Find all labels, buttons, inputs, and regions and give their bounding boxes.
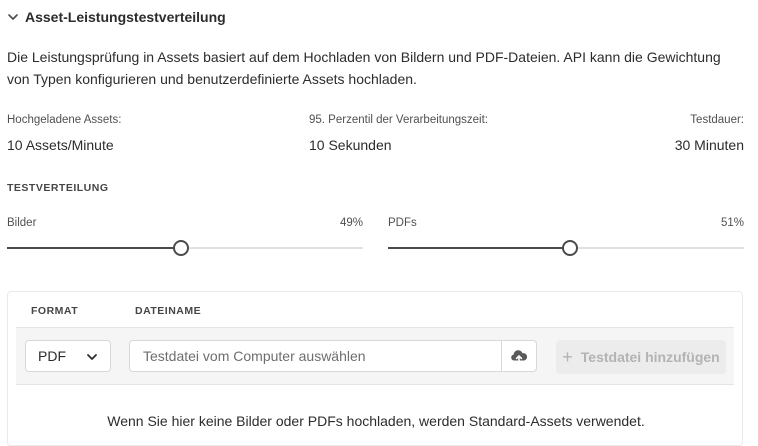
metric-processing-time: 95. Perzentil der Verarbeitungszeit: 10 …	[309, 114, 488, 153]
slider-fill	[388, 247, 570, 249]
add-test-file-button[interactable]: + Testdatei hinzufügen	[556, 340, 726, 374]
input-divider	[501, 341, 502, 371]
section-title: Asset-Leistungstestverteilung	[25, 9, 226, 25]
slider-value: 49%	[339, 217, 363, 229]
upload-row: PDF Testdatei vom Computer auswählen + T…	[16, 327, 734, 385]
chevron-down-icon	[8, 14, 18, 20]
plus-icon: +	[562, 347, 573, 367]
slider-pdfs[interactable]: PDFs 51%	[388, 217, 744, 261]
default-assets-note: Wenn Sie hier keine Bilder oder PDFs hoc…	[107, 413, 645, 429]
upload-panel: FORMAT DATEINAME PDF Testdatei vom Compu…	[7, 291, 743, 446]
slider-label: PDFs	[388, 217, 417, 229]
chevron-down-icon	[87, 354, 97, 360]
metric-uploaded-assets: Hochgeladene Assets: 10 Assets/Minute	[7, 114, 121, 153]
column-header-format: FORMAT	[31, 305, 79, 317]
metric-label: Hochgeladene Assets:	[7, 114, 122, 126]
metric-label: Testdauer:	[690, 114, 744, 126]
section-toggle[interactable]: Asset-Leistungstestverteilung	[7, 9, 226, 25]
format-select-value: PDF	[38, 348, 66, 364]
file-picker-input[interactable]: Testdatei vom Computer auswählen	[129, 340, 537, 372]
metric-label: 95. Perzentil der Verarbeitungszeit:	[309, 114, 488, 126]
metric-value: 10 Sekunden	[309, 137, 392, 153]
metric-test-duration: Testdauer: 30 Minuten	[675, 114, 744, 153]
column-header-filename: DATEINAME	[135, 305, 202, 317]
slider-fill	[7, 247, 182, 249]
add-test-file-label: Testdatei hinzufügen	[580, 349, 720, 365]
slider-value: 51%	[720, 217, 744, 229]
slider-label: Bilder	[7, 217, 37, 229]
cloud-upload-icon[interactable]	[510, 347, 528, 365]
metric-value: 30 Minuten	[674, 137, 744, 153]
section-description: Die Leistungsprüfung in Assets basiert a…	[7, 49, 721, 87]
metric-value: 10 Assets/Minute	[7, 137, 114, 153]
format-select[interactable]: PDF	[25, 340, 111, 372]
distribution-heading: TESTVERTEILUNG	[7, 182, 109, 194]
slider-thumb[interactable]	[561, 240, 578, 256]
file-picker-placeholder: Testdatei vom Computer auswählen	[143, 348, 366, 364]
slider-images[interactable]: Bilder 49%	[7, 217, 363, 261]
slider-thumb[interactable]	[173, 240, 190, 256]
